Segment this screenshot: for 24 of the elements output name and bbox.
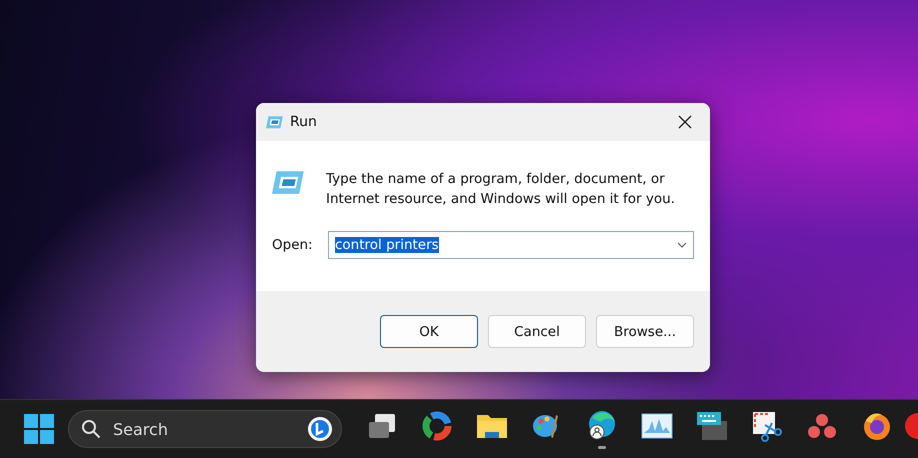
circle-app-icon [904,410,918,440]
three-dots-icon [808,412,836,438]
close-icon [678,115,692,129]
run-icon [266,114,284,130]
search-input[interactable]: Search [111,418,297,440]
overlapping-windows-icon [366,412,396,440]
start-button[interactable] [22,411,56,447]
search-icon [81,419,101,439]
open-combo-field[interactable]: control printers [328,231,694,259]
dialog-button[interactable]: Cancel [488,315,586,348]
taskbar-search-bar[interactable]: Search [68,410,342,448]
fox-globe-icon [862,410,892,440]
keyboard-icon [696,410,728,440]
scissors-icon [750,410,782,442]
graph-monitor-icon [640,412,672,438]
color-ring-icon [422,410,452,440]
chat-bubble-icon [307,416,333,442]
dialog-button[interactable]: Browse... [596,315,694,348]
dialog-button[interactable]: OK [380,315,478,348]
run-icon [272,169,306,196]
open-label: Open: [272,237,314,253]
instructions-text: Type the name of a program, folder, document, or Internet resource, and Windows will open it for you. [326,170,676,209]
window-title: Run [290,114,318,130]
chevron-down-icon [677,242,687,248]
